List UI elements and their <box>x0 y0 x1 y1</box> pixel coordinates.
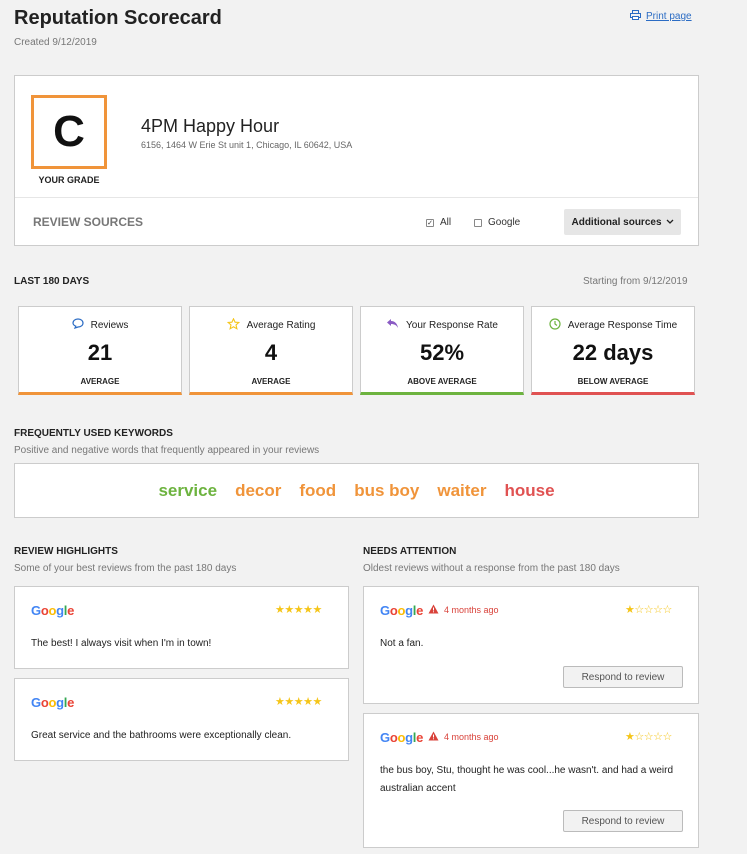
divider <box>15 197 698 198</box>
keyword: bus boy <box>354 480 420 500</box>
print-page-link[interactable]: Print page <box>630 10 692 23</box>
checkbox-checked-icon: ✓ <box>426 218 434 227</box>
keywords-box: service decor food bus boy waiter house <box>14 463 699 518</box>
attention-subtitle: Oldest reviews without a response from t… <box>363 563 620 574</box>
google-logo-icon: Google <box>31 695 75 710</box>
keyword: house <box>504 480 555 500</box>
respond-to-review-button[interactable]: Respond to review <box>563 666 683 688</box>
created-date: Created 9/12/2019 <box>14 37 97 48</box>
source-all-checkbox[interactable]: ✓ All <box>426 217 451 228</box>
stat-title: Average Response Time <box>567 320 678 331</box>
warning-icon <box>428 731 439 743</box>
page-title: Reputation Scorecard <box>14 7 222 29</box>
stat-comparison: AVERAGE <box>80 377 120 386</box>
star-rating-icon: ★☆☆☆☆ <box>625 604 672 616</box>
keyword: decor <box>235 480 282 500</box>
review-age-label: 4 months ago <box>444 732 499 742</box>
review-age: 4 months ago <box>428 731 499 743</box>
additional-sources-label: Additional sources <box>571 216 662 228</box>
chat-bubble-icon <box>71 318 84 332</box>
keywords-subtitle: Positive and negative words that frequen… <box>14 445 320 456</box>
stat-value: 4 <box>264 340 278 365</box>
star-outline-icon <box>226 317 240 333</box>
stat-card-response-time: Average Response Time 22 days BELOW AVER… <box>531 306 695 395</box>
stat-card-response-rate: Your Response Rate 52% ABOVE AVERAGE <box>360 306 524 395</box>
stat-card-reviews: Reviews 21 AVERAGE <box>18 306 182 395</box>
stat-comparison: ABOVE AVERAGE <box>407 377 477 386</box>
highlights-subtitle: Some of your best reviews from the past … <box>14 563 237 574</box>
attention-title: NEEDS ATTENTION <box>363 546 457 557</box>
respond-to-review-button[interactable]: Respond to review <box>563 810 683 832</box>
business-name: 4PM Happy Hour <box>141 116 280 136</box>
star-rating-icon: ★☆☆☆☆ <box>625 731 672 743</box>
google-logo-icon: Google <box>380 603 424 618</box>
review-age-label: 4 months ago <box>444 605 499 615</box>
period-label: LAST 180 DAYS <box>14 276 90 287</box>
review-sources-label: REVIEW SOURCES <box>33 215 144 229</box>
period-start: Starting from 9/12/2019 <box>583 276 688 287</box>
stat-title: Average Rating <box>246 320 316 331</box>
reply-arrow-icon <box>386 318 399 332</box>
attention-review-card: Google 4 months ago ★☆☆☆☆ the bus boy, S… <box>363 713 699 848</box>
review-text: Not a fan. <box>380 638 424 649</box>
review-text: Great service and the bathrooms were exc… <box>31 730 292 741</box>
star-rating-icon: ★★★★★ <box>275 696 322 708</box>
keyword: waiter <box>437 480 487 500</box>
stat-comparison: AVERAGE <box>251 377 291 386</box>
stat-title: Reviews <box>90 319 129 331</box>
google-logo-icon: Google <box>31 603 75 618</box>
grade-label: YOUR GRADE <box>38 175 100 185</box>
keyword: food <box>299 480 337 500</box>
keyword: service <box>158 480 218 500</box>
stat-value: 22 days <box>572 340 654 365</box>
warning-icon <box>428 604 439 616</box>
review-text: the bus boy, Stu, thought he was cool...… <box>380 765 674 794</box>
stat-value: 52% <box>419 340 465 365</box>
source-google-checkbox[interactable]: Google <box>474 217 520 228</box>
business-address: 6156, 1464 W Erie St unit 1, Chicago, IL… <box>141 140 353 150</box>
clock-icon <box>549 318 561 333</box>
review-age: 4 months ago <box>428 604 499 616</box>
star-rating-icon: ★★★★★ <box>275 604 322 616</box>
highlights-title: REVIEW HIGHLIGHTS <box>14 546 118 557</box>
keywords-title: FREQUENTLY USED KEYWORDS <box>14 428 173 439</box>
grade-badge: C <box>31 95 107 169</box>
stat-comparison: BELOW AVERAGE <box>577 377 649 386</box>
additional-sources-dropdown[interactable]: Additional sources <box>564 209 681 235</box>
source-google-label: Google <box>488 217 521 228</box>
review-text: The best! I always visit when I'm in tow… <box>31 638 212 649</box>
attention-review-card: Google 4 months ago ★☆☆☆☆ Not a fan. Res… <box>363 586 699 704</box>
chevron-down-icon <box>666 217 674 228</box>
highlight-review-card: Google ★★★★★ The best! I always visit wh… <box>14 586 349 669</box>
google-logo-icon: Google <box>380 730 424 745</box>
stat-card-average-rating: Average Rating 4 AVERAGE <box>189 306 353 395</box>
source-all-label: All <box>440 217 452 228</box>
print-page-label: Print page <box>646 11 692 22</box>
highlight-review-card: Google ★★★★★ Great service and the bathr… <box>14 678 349 761</box>
printer-icon <box>630 10 641 23</box>
checkbox-unchecked-icon <box>474 218 482 227</box>
business-card: C YOUR GRADE 4PM Happy Hour 6156, 1464 W… <box>14 75 699 246</box>
stat-title: Your Response Rate <box>406 319 498 331</box>
stat-value: 21 <box>87 340 113 365</box>
